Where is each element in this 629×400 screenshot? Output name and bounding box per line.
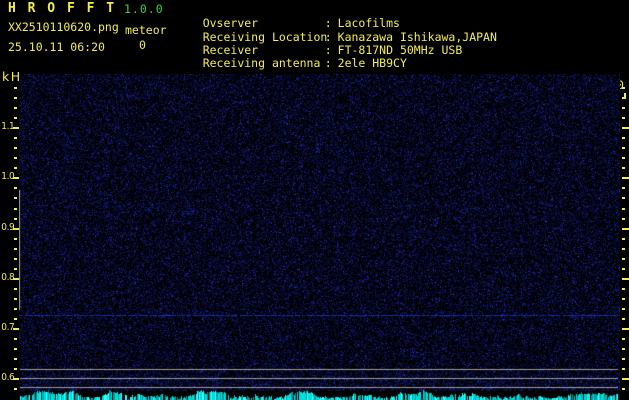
- freq-minor-tick-right: [622, 147, 625, 150]
- freq-minor-tick-right: [622, 157, 625, 160]
- freq-minor-tick-right: [622, 368, 625, 371]
- freq-tick-label: 0.6: [1, 372, 15, 384]
- freq-minor-tick-right: [622, 267, 625, 270]
- freq-minor-tick-right: [622, 207, 625, 210]
- freq-minor-tick-right: [622, 237, 625, 240]
- freq-minor-tick-right: [622, 187, 625, 190]
- freq-minor-tick: [14, 237, 17, 240]
- freq-tick-label: 0.9: [1, 221, 15, 233]
- freq-minor-tick: [14, 348, 17, 351]
- freq-minor-tick: [14, 147, 17, 150]
- freq-minor-tick: [14, 368, 17, 371]
- freq-minor-tick-right: [622, 117, 625, 120]
- freq-minor-tick-right: [622, 197, 625, 200]
- freq-minor-tick: [14, 157, 17, 160]
- freq-minor-tick: [14, 87, 17, 90]
- freq-minor-tick: [14, 287, 17, 290]
- freq-minor-tick: [14, 107, 17, 110]
- freq-minor-tick: [14, 197, 17, 200]
- freq-minor-tick-right: [622, 388, 625, 391]
- freq-minor-tick: [14, 338, 17, 341]
- freq-minor-tick: [14, 97, 17, 100]
- freq-major-tick-right: [622, 227, 629, 230]
- spectrogram-plot: [19, 74, 620, 400]
- freq-minor-tick: [14, 297, 17, 300]
- freq-minor-tick-right: [622, 317, 625, 320]
- freq-minor-tick: [14, 167, 17, 170]
- output-filename: XX2510110620.png: [8, 20, 119, 34]
- mode-label: meteor: [125, 23, 167, 37]
- freq-major-tick-right: [622, 378, 629, 381]
- freq-minor-tick-right: [622, 338, 625, 341]
- freq-major-tick-right: [622, 127, 629, 130]
- freq-minor-tick-right: [622, 297, 625, 300]
- time-tick: [624, 93, 626, 99]
- freq-minor-tick: [14, 247, 17, 250]
- freq-minor-tick-right: [622, 167, 625, 170]
- info-separator: :: [324, 56, 332, 70]
- freq-tick-label: 0.8: [1, 271, 15, 283]
- freq-minor-tick: [14, 257, 17, 260]
- info-value: 2ele HB9CY: [337, 56, 407, 70]
- freq-minor-tick-right: [622, 257, 625, 260]
- app-version: 1.0.0: [124, 2, 164, 16]
- freq-minor-tick: [14, 317, 17, 320]
- hrofft-output-screen: H R O F F T 1.0.0 XX2510110620.png meteo…: [0, 0, 629, 400]
- freq-minor-tick: [14, 207, 17, 210]
- freq-minor-tick-right: [622, 358, 625, 361]
- freq-minor-tick-right: [622, 137, 625, 140]
- freq-minor-tick: [14, 117, 17, 120]
- freq-minor-tick-right: [622, 107, 625, 110]
- freq-minor-tick-right: [622, 217, 625, 220]
- freq-minor-tick: [14, 267, 17, 270]
- freq-minor-tick: [14, 137, 17, 140]
- freq-major-tick-right: [622, 277, 629, 280]
- freq-minor-tick-right: [622, 287, 625, 290]
- meteor-count: 0: [139, 38, 146, 52]
- observation-datetime: 25.10.11 06:20: [8, 40, 105, 54]
- freq-tick-label: 0.7: [1, 322, 15, 333]
- freq-minor-tick: [14, 307, 17, 310]
- freq-minor-tick-right: [622, 247, 625, 250]
- freq-minor-tick-right: [622, 307, 625, 310]
- freq-major-tick-right: [622, 328, 629, 330]
- app-title: H R O F F T: [8, 1, 117, 16]
- freq-major-tick-right: [622, 177, 629, 180]
- info-label: Receiving antenna: [202, 56, 321, 70]
- freq-minor-tick: [14, 217, 17, 220]
- freq-minor-tick: [14, 388, 17, 391]
- freq-tick-label: 1.0: [1, 171, 15, 183]
- freq-minor-tick: [14, 358, 17, 361]
- freq-minor-tick: [14, 187, 17, 190]
- freq-minor-tick-right: [622, 348, 625, 351]
- freq-tick-label: 1.1: [1, 121, 15, 133]
